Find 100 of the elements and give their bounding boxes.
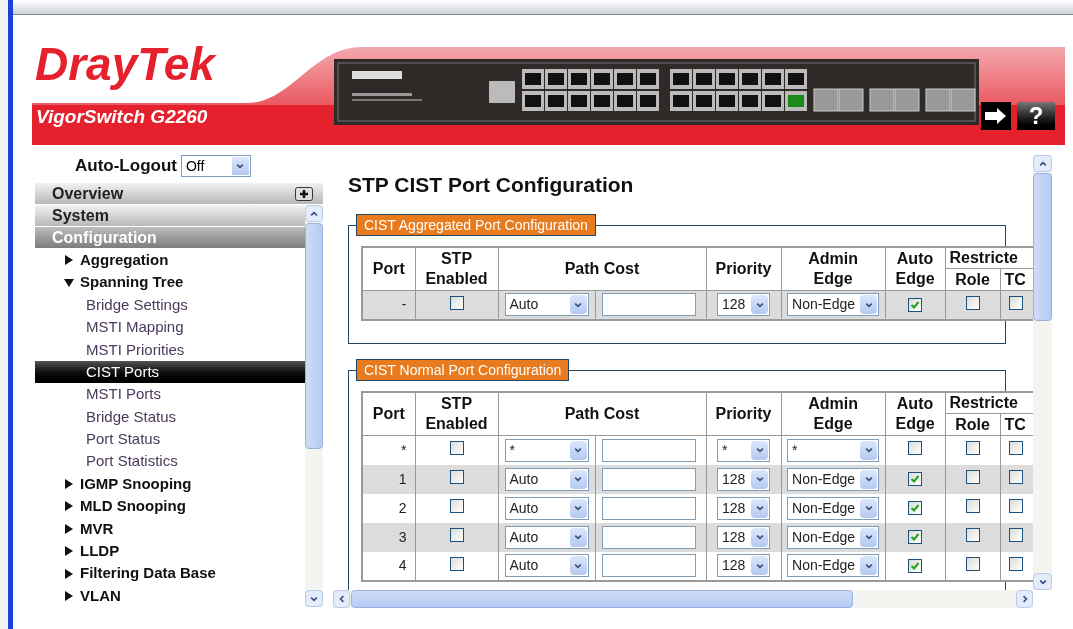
table-cell: 2 [362,493,415,523]
dropdown-select[interactable]: Non-Edge [787,525,879,549]
dropdown-select[interactable]: Auto [504,496,589,520]
input-field[interactable] [601,496,696,520]
menu-subitem[interactable]: Bridge Settings [35,293,305,317]
dropdown-select[interactable]: Auto [504,554,589,577]
model-name: VigorSwitch G2260 [36,105,208,129]
table-cell: 3 [362,522,415,552]
menu-subitem[interactable]: MSTI Priorities [35,338,305,361]
column-header: STP Enabled [415,391,498,436]
checkbox[interactable] [449,556,464,571]
dropdown-select[interactable]: * [504,438,589,462]
menu-item[interactable]: MVR [35,517,305,541]
dropdown-select[interactable]: Auto [504,525,589,549]
menu-item[interactable]: IGMP Snooping [35,472,305,496]
column-header: Port [362,246,415,291]
dropdown-select[interactable]: Non-Edge [787,467,879,491]
menu-item[interactable]: LLDP [35,540,305,563]
checkbox[interactable] [908,441,922,456]
menu-subitem[interactable]: CIST Ports [35,360,305,384]
dropdown-select[interactable]: 128 [717,525,770,549]
dropdown-select[interactable]: 128 [717,554,770,577]
menu-subitem[interactable]: MSTI Mapping [35,316,305,339]
table-cell: 4 [362,551,415,581]
checkbox[interactable] [908,472,922,486]
auto-logout-select[interactable]: Off [180,155,251,177]
column-header: Role [945,413,1000,436]
collapsed-triangle-icon [64,479,74,490]
menu-item[interactable]: MLD Snooping [35,495,305,518]
vertical-scrollbar[interactable] [1033,155,1052,590]
checkbox[interactable] [1008,528,1023,542]
checkbox[interactable] [449,528,464,542]
logout-button[interactable] [981,102,1011,130]
collapsed-triangle-icon [64,591,74,602]
checkbox[interactable] [965,499,980,513]
column-header: Auto Edge [885,391,945,436]
table-cell: * [362,435,415,465]
column-header: Auto Edge [885,246,945,291]
input-field[interactable] [601,525,696,549]
panel-legend: CIST Aggregated Port Configuration [356,213,596,236]
dropdown-select[interactable]: Auto [504,467,589,491]
menu-subitem[interactable]: Port Status [35,428,305,451]
input-field[interactable] [601,438,696,462]
help-button[interactable]: ? [1017,102,1055,130]
checkbox[interactable] [449,470,464,484]
sidebar-section[interactable]: System [35,205,305,227]
collapsed-triangle-icon [64,568,74,579]
scrollbar-thumb[interactable] [351,590,853,608]
collapsed-triangle-icon [64,523,74,534]
vertical-scrollbar[interactable] [305,205,323,607]
panel-legend: CIST Normal Port Configuration [356,358,570,381]
expanded-triangle-icon [64,277,74,288]
input-field[interactable] [601,554,696,577]
sidebar-section[interactable]: Overview [35,183,323,205]
checkbox[interactable] [1008,441,1023,456]
column-header: Path Cost [498,246,706,291]
checkbox[interactable] [965,528,980,542]
menu-item[interactable]: VLAN [35,584,305,607]
dropdown-select[interactable]: Auto [504,293,589,317]
input-field[interactable] [601,293,696,317]
horizontal-scrollbar[interactable] [333,590,1033,608]
checkbox[interactable] [449,441,464,456]
menu-subitem[interactable]: Bridge Status [35,405,305,429]
collapsed-triangle-icon [64,501,74,512]
dropdown-select[interactable]: Non-Edge [787,554,879,577]
column-header: Port [362,391,415,436]
table-cell: - [362,290,415,320]
logout-arrow-icon [984,107,1008,125]
table-cell: 1 [362,464,415,494]
dropdown-select[interactable]: Non-Edge [787,496,879,520]
dropdown-select[interactable]: 128 [717,496,770,520]
column-header: Path Cost [498,391,706,436]
checkbox[interactable] [449,295,464,310]
scrollbar-thumb[interactable] [305,223,323,449]
checkbox[interactable] [908,530,922,544]
menu-item[interactable]: Filtering Data Base [35,562,305,585]
menu-item[interactable]: Spanning Tree [35,271,305,294]
checkbox[interactable] [1008,470,1023,484]
dropdown-select[interactable]: * [717,438,770,462]
menu-subitem[interactable]: Port Statistics [35,450,305,473]
menu-item[interactable]: Aggregation [35,249,305,272]
checkbox[interactable] [965,441,980,456]
checkbox[interactable] [908,297,922,312]
checkbox[interactable] [1008,295,1023,310]
checkbox[interactable] [1008,556,1023,571]
dropdown-select[interactable]: 128 [717,293,770,317]
checkbox[interactable] [1008,499,1023,513]
checkbox[interactable] [908,558,922,573]
input-field[interactable] [601,467,696,491]
menu-subitem[interactable]: MSTI Ports [35,383,305,406]
scrollbar-thumb[interactable] [1033,173,1052,321]
column-header: Admin Edge [781,391,885,436]
checkbox[interactable] [965,556,980,571]
checkbox[interactable] [908,501,922,515]
checkbox[interactable] [965,295,980,310]
checkbox[interactable] [965,470,980,484]
dropdown-select[interactable]: 128 [717,467,770,491]
dropdown-select[interactable]: * [787,438,879,462]
dropdown-select[interactable]: Non-Edge [787,293,879,317]
checkbox[interactable] [449,499,464,513]
